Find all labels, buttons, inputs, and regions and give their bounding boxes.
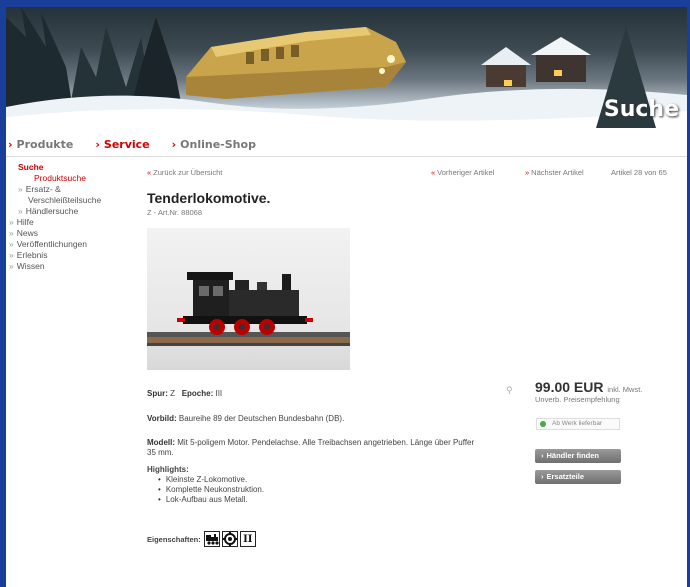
back-link[interactable]: «Zurück zur Übersicht (147, 168, 222, 177)
sidebar-item-ersatzteilsuche[interactable]: » Ersatz- & (18, 184, 141, 195)
page: Suche › Produkte › Service › Online-Shop Su… (6, 7, 687, 587)
highlights: Highlights: Kleinste Z-Lokomotive. Kompl… (147, 465, 264, 505)
sidebar-item-label: Hilfe (16, 217, 34, 227)
spec-modell: Modell: Mit 5-poligem Motor. Pendelachse… (147, 438, 517, 458)
price: 99.00 EUR inkl. Mwst. (535, 379, 642, 395)
availability-badge: Ab Werk lieferbar (536, 418, 620, 430)
list-item: Kleinste Z-Lokomotive. (158, 475, 264, 485)
status-dot-icon (540, 421, 546, 427)
spec-spur-epoche: Spur: Z Epoche: III (147, 389, 222, 398)
sidebar: Suche Produktsuche » Ersatz- & Verschleiß… (9, 162, 141, 272)
sidebar-item-label: Veröffentlichungen (16, 239, 87, 249)
parts-button-label: Ersatzteile (546, 472, 585, 481)
nav-label: Online-Shop (180, 138, 256, 151)
availability-text: Ab Werk lieferbar (552, 420, 603, 427)
bullet-icon: » (18, 206, 23, 216)
bullet-icon: » (9, 228, 14, 238)
epoch-iii-icon[interactable]: II (239, 531, 256, 547)
article-count: Artikel 28 von 65 (611, 168, 667, 177)
modell-label: Modell: (147, 438, 175, 447)
locomotive-icon[interactable] (203, 531, 220, 547)
sidebar-item-veroeffentlichungen[interactable]: » Veröffentlichungen (9, 239, 141, 250)
list-item: Lok-Aufbau aus Metall. (158, 495, 264, 505)
properties-label: Eigenschaften: (147, 534, 201, 544)
top-navigation: › Produkte › Service › Online-Shop (8, 138, 278, 154)
banner-image (6, 7, 687, 128)
price-tax: inkl. Mwst. (607, 385, 643, 394)
sidebar-item-erlebnis[interactable]: » Erlebnis (9, 250, 141, 261)
arrow-right-icon: › (541, 451, 544, 460)
price-note: Unverb. Preisempfehlung (535, 395, 620, 404)
arrow-right-icon: › (541, 472, 544, 481)
sidebar-item-produktsuche[interactable]: Produktsuche (34, 173, 141, 184)
bullet-icon: » (9, 250, 14, 260)
spur-value: Z (170, 389, 176, 398)
sidebar-item-label: Erlebnis (16, 250, 48, 260)
list-item: Komplette Neukonstruktion. (158, 485, 264, 495)
prev-arrow-icon: « (431, 168, 436, 177)
back-arrow-icon: « (147, 168, 152, 177)
banner-title: Suche (603, 97, 679, 122)
spec-vorbild: Vorbild: Baureihe 89 der Deutschen Bunde… (147, 414, 344, 423)
bullet-icon: » (18, 184, 23, 194)
sidebar-item-label: Wissen (16, 261, 45, 271)
nav-produkte[interactable]: › Produkte (8, 138, 73, 154)
bullet-icon: » (9, 261, 14, 271)
properties: Eigenschaften: II (147, 531, 256, 547)
gear-wheel-icon[interactable] (221, 531, 238, 547)
sidebar-item-news[interactable]: » News (9, 228, 141, 239)
product-image[interactable] (147, 228, 350, 370)
highlights-label: Highlights: (147, 465, 189, 474)
vorbild-label: Vorbild: (147, 414, 177, 423)
locomotive-photo (147, 272, 350, 346)
sidebar-item-suche[interactable]: Suche (18, 162, 141, 173)
nav-label: Produkte (16, 138, 74, 151)
bullet-icon: » (9, 217, 14, 227)
nav-arrow-icon: › (8, 138, 13, 151)
modell-text-2: 35 mm. (147, 448, 174, 457)
epoche-value: III (215, 389, 223, 398)
product-title: Tenderlokomotive. (147, 190, 271, 206)
sidebar-item-haendlersuche[interactable]: » Händlersuche (18, 206, 141, 217)
next-link-label: Nächster Artikel (531, 168, 584, 177)
sidebar-item-wissen[interactable]: » Wissen (9, 261, 141, 272)
sidebar-item-label: Ersatz- & (25, 184, 61, 194)
sidebar-item-hilfe[interactable]: » Hilfe (9, 217, 141, 228)
dealer-button-label: Händler finden (546, 451, 600, 460)
nav-service[interactable]: › Service (95, 138, 149, 154)
zoom-icon[interactable]: ⚲ (506, 385, 513, 396)
back-link-label: Zurück zur Übersicht (153, 168, 223, 177)
vorbild-text: Baureihe 89 der Deutschen Bundesbahn (DB… (178, 414, 345, 423)
spare-parts-button[interactable]: › Ersatzteile (535, 470, 621, 484)
next-arrow-icon: » (525, 168, 530, 177)
price-value: 99.00 EUR (535, 379, 604, 395)
sidebar-item-label: News (16, 228, 38, 238)
modell-text: Mit 5-poligem Motor. Pendelachse. Alle T… (177, 438, 475, 447)
sidebar-item-label-cont[interactable]: Verschleißteilsuche (28, 195, 141, 206)
nav-divider (6, 156, 687, 157)
nav-arrow-icon: › (95, 138, 100, 151)
sidebar-item-label: Händlersuche (25, 206, 79, 216)
next-article-link[interactable]: » Nächster Artikel (525, 168, 584, 177)
nav-online-shop[interactable]: › Online-Shop (172, 138, 256, 154)
spur-label: Spur: (147, 389, 168, 398)
dealer-finder-button[interactable]: › Händler finden (535, 449, 621, 463)
nav-arrow-icon: › (171, 138, 177, 151)
prev-article-link[interactable]: «Vorheriger Artikel (431, 168, 494, 177)
nav-label: Service (103, 138, 150, 151)
article-number: Z - Art.Nr. 88068 (147, 208, 203, 217)
epoche-label: Epoche: (181, 389, 214, 398)
bullet-icon: » (9, 239, 14, 249)
header-banner: Suche (6, 7, 687, 128)
prev-link-label: Vorheriger Artikel (437, 168, 495, 177)
highlights-list: Kleinste Z-Lokomotive. Komplette Neukons… (158, 475, 264, 505)
